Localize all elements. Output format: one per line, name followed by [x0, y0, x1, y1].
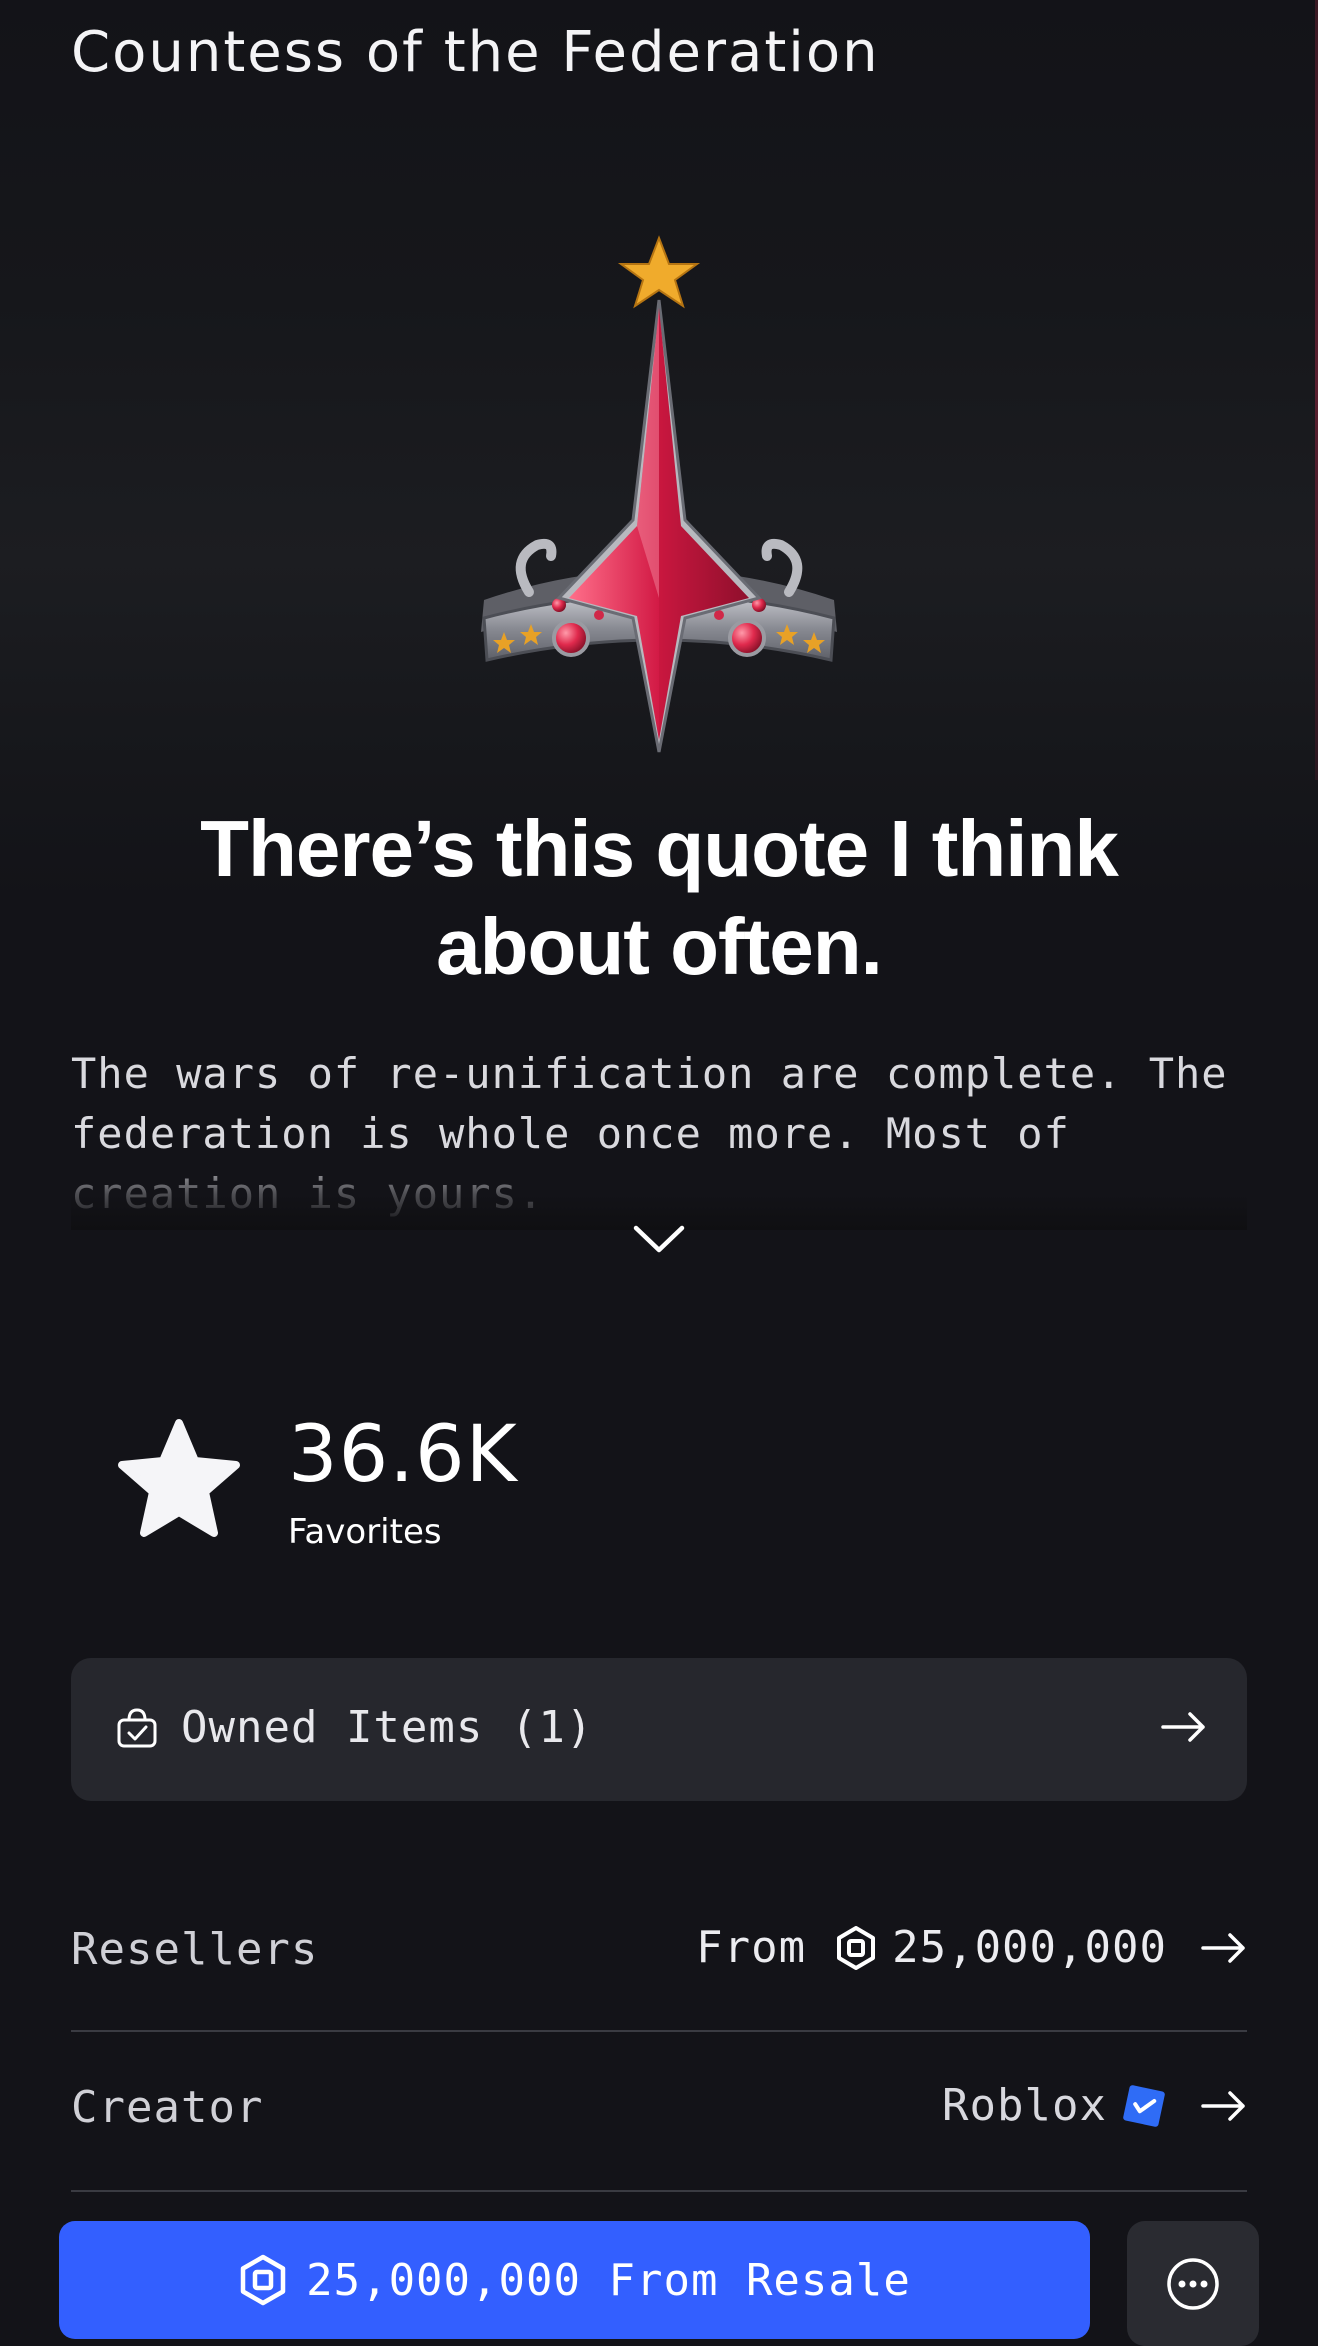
creator-label: Creator: [71, 2082, 264, 2133]
resellers-price: 25,000,000: [892, 1922, 1167, 1973]
favorites-count: 36.6K: [288, 1410, 518, 1500]
resellers-row[interactable]: Resellers From 25,000,000: [71, 1884, 1247, 2024]
arrow-right-icon: [1201, 2089, 1247, 2123]
divider: [71, 2030, 1247, 2032]
crown-illustration: [481, 235, 837, 753]
more-options-button[interactable]: [1127, 2221, 1259, 2346]
arrow-right-icon: [1201, 1931, 1247, 1965]
divider: [71, 2190, 1247, 2192]
arrow-right-icon: [1161, 1710, 1207, 1744]
item-thumbnail: [459, 220, 859, 760]
robux-icon: [834, 1925, 878, 1970]
item-details-page: Countess of the Federation There’s this …: [0, 0, 1318, 2346]
creator-value-group: Roblox: [942, 2080, 1247, 2131]
resellers-price-group: From 25,000,000: [696, 1922, 1247, 1973]
more-options-icon: [1165, 2256, 1221, 2312]
buy-from-resale-button[interactable]: 25,000,000 From Resale: [59, 2221, 1090, 2339]
buy-button-label: 25,000,000 From Resale: [306, 2254, 911, 2306]
favorites-label: Favorites: [288, 1512, 442, 1552]
owned-items-label: Owned Items (1): [181, 1702, 594, 1753]
resellers-prefix: From: [696, 1922, 807, 1973]
item-title: Countess of the Federation: [71, 20, 880, 85]
chevron-down-icon[interactable]: [630, 1220, 688, 1260]
creator-name: Roblox: [942, 2080, 1107, 2131]
shopping-basket-icon: [115, 1706, 159, 1750]
star-icon[interactable]: [112, 1415, 246, 1545]
item-headline: There’s this quote I think about often.: [200, 804, 1119, 991]
description-fade: [71, 1150, 1247, 1230]
verified-badge-icon: [1121, 2083, 1167, 2129]
owned-items-button[interactable]: Owned Items (1): [71, 1658, 1247, 1801]
creator-row[interactable]: Creator Roblox: [71, 2042, 1247, 2182]
robux-icon: [238, 2254, 288, 2306]
resellers-label: Resellers: [71, 1924, 319, 1975]
